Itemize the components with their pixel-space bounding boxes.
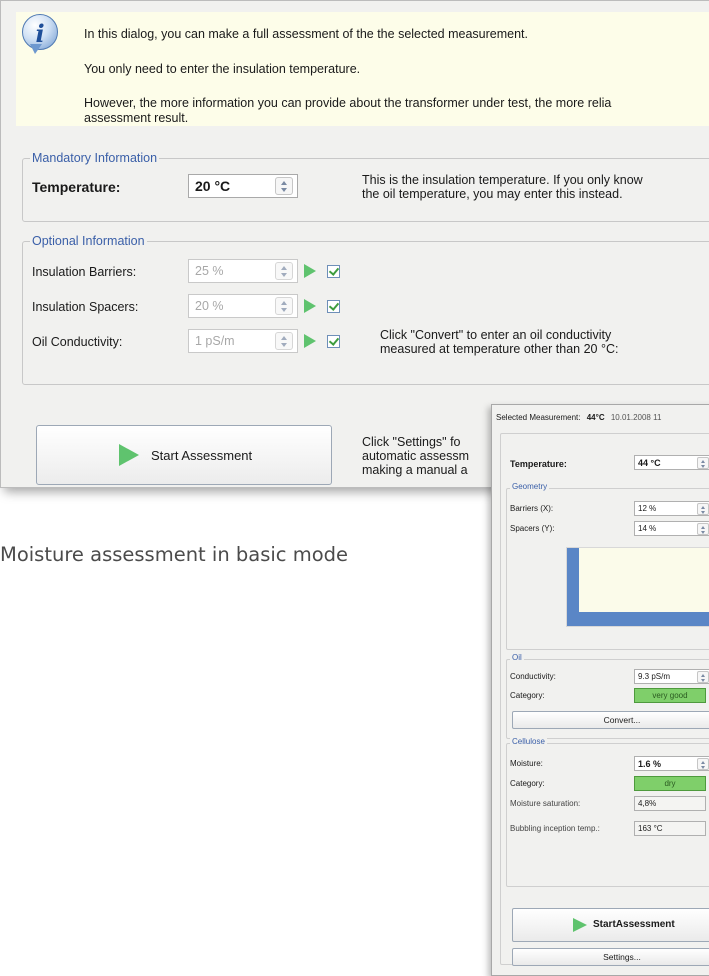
conductivity-field[interactable]: 9.3 pS/m bbox=[634, 669, 709, 684]
info-line-3: However, the more information you can pr… bbox=[84, 96, 612, 110]
info-line-2: You only need to enter the insulation te… bbox=[84, 62, 361, 76]
spacers-y-spinner[interactable] bbox=[697, 523, 709, 535]
play-icon bbox=[119, 444, 139, 466]
barriers-value: 25 % bbox=[195, 264, 224, 278]
settings-button[interactable]: Settings... bbox=[512, 948, 709, 966]
oil-conductivity-label: Oil Conductivity: bbox=[32, 335, 123, 349]
conductivity-value: 9.3 pS/m bbox=[638, 672, 671, 681]
cellulose-title: Cellulose bbox=[510, 737, 547, 746]
oil-conductivity-spinner[interactable] bbox=[275, 332, 293, 350]
oil-conductivity-checkbox[interactable] bbox=[327, 335, 340, 348]
oil-title: Oil bbox=[510, 653, 524, 662]
panel-temperature-value: 44 °C bbox=[638, 458, 661, 468]
temperature-field[interactable]: 20 °C bbox=[188, 174, 298, 198]
bubbling-label: Bubbling inception temp.: bbox=[510, 824, 600, 833]
oil-category-badge: very good bbox=[634, 688, 706, 703]
saturation-label: Moisture saturation: bbox=[510, 799, 581, 808]
selected-measurement-label: Selected Measurement: bbox=[496, 413, 581, 422]
moisture-spinner[interactable] bbox=[697, 758, 709, 770]
barriers-x-spinner[interactable] bbox=[697, 503, 709, 515]
advanced-panel: Selected Measurement: 44°C 10.01.2008 11… bbox=[491, 404, 709, 976]
mandatory-group-title: Mandatory Information bbox=[30, 151, 160, 165]
spacers-value: 20 % bbox=[195, 299, 224, 313]
moisture-field[interactable]: 1.6 % bbox=[634, 756, 709, 771]
panel-start-assessment-label: StartAssessment bbox=[593, 919, 675, 930]
caption: Moisture assessment in basic mode bbox=[0, 543, 349, 566]
spacers-field[interactable]: 20 % bbox=[188, 294, 298, 318]
barriers-x-label: Barriers (X): bbox=[510, 504, 554, 513]
selected-measurement-temp: 44°C bbox=[586, 413, 605, 422]
panel-temperature-field[interactable]: 44 °C bbox=[634, 455, 709, 470]
panel-temperature-label: Temperature: bbox=[510, 459, 567, 469]
settings-hint-line-3: making a manual a bbox=[362, 463, 468, 477]
spacers-spinner[interactable] bbox=[275, 297, 293, 315]
selected-measurement-date: 10.01.2008 11 bbox=[610, 413, 662, 422]
spacers-y-field[interactable]: 14 % bbox=[634, 521, 709, 536]
convert-button[interactable]: Convert... bbox=[512, 711, 709, 729]
panel-start-assessment-button[interactable]: StartAssessment bbox=[512, 908, 709, 942]
start-assessment-button[interactable]: Start Assessment bbox=[36, 425, 332, 485]
moisture-label: Moisture: bbox=[510, 759, 543, 768]
oil-conductivity-play-icon[interactable] bbox=[304, 334, 316, 348]
temperature-spinner[interactable] bbox=[275, 177, 293, 195]
settings-hint-line-1: Click "Settings" fo bbox=[362, 435, 461, 449]
convert-hint-line-2: measured at temperature other than 20 °C… bbox=[380, 342, 619, 356]
conductivity-label: Conductivity: bbox=[510, 672, 556, 681]
settings-hint-line-2: automatic assessm bbox=[362, 449, 469, 463]
cellulose-category-badge: dry bbox=[634, 776, 706, 791]
barriers-label: Insulation Barriers: bbox=[32, 265, 137, 279]
optional-group-title: Optional Information bbox=[30, 234, 147, 248]
conductivity-spinner[interactable] bbox=[697, 671, 709, 683]
info-icon-tail bbox=[30, 44, 42, 54]
barriers-checkbox[interactable] bbox=[327, 265, 340, 278]
geometry-diagram bbox=[566, 547, 709, 627]
panel-temperature-spinner[interactable] bbox=[697, 457, 709, 469]
cellulose-category-label: Category: bbox=[510, 779, 545, 788]
settings-hint: Click "Settings" fo automatic assessm ma… bbox=[362, 435, 469, 477]
spacers-y-value: 14 % bbox=[638, 524, 657, 533]
convert-hint-line-1: Click "Convert" to enter an oil conducti… bbox=[380, 328, 612, 342]
temperature-hint-line-1: This is the insulation temperature. If y… bbox=[362, 173, 643, 187]
info-line-1: In this dialog, you can make a full asse… bbox=[84, 27, 528, 41]
geometry-spacer-bar bbox=[567, 612, 709, 626]
spacers-label: Insulation Spacers: bbox=[32, 300, 139, 314]
temperature-value: 20 °C bbox=[195, 178, 231, 194]
moisture-value: 1.6 % bbox=[638, 759, 662, 769]
panel-play-icon bbox=[573, 918, 587, 932]
geometry-title: Geometry bbox=[510, 482, 550, 491]
barriers-x-field[interactable]: 12 % bbox=[634, 501, 709, 516]
temperature-label: Temperature: bbox=[32, 179, 121, 195]
saturation-field: 4,8% bbox=[634, 796, 706, 811]
temperature-hint-line-2: the oil temperature, you may enter this … bbox=[362, 187, 623, 201]
barriers-field[interactable]: 25 % bbox=[188, 259, 298, 283]
barriers-play-icon[interactable] bbox=[304, 264, 316, 278]
spacers-y-label: Spacers (Y): bbox=[510, 524, 555, 533]
oil-conductivity-value: 1 pS/m bbox=[195, 334, 235, 348]
info-line-4: assessment result. bbox=[84, 111, 189, 125]
selected-measurement-header: Selected Measurement: 44°C 10.01.2008 11 bbox=[496, 413, 661, 422]
spacers-checkbox[interactable] bbox=[327, 300, 340, 313]
geometry-barrier-bar bbox=[567, 548, 579, 612]
temperature-hint: This is the insulation temperature. If y… bbox=[362, 173, 709, 201]
barriers-spinner[interactable] bbox=[275, 262, 293, 280]
oil-category-label: Category: bbox=[510, 691, 545, 700]
bubbling-field: 163 °C bbox=[634, 821, 706, 836]
barriers-x-value: 12 % bbox=[638, 504, 657, 513]
convert-hint: Click "Convert" to enter an oil conducti… bbox=[380, 328, 618, 356]
spacers-play-icon[interactable] bbox=[304, 299, 316, 313]
oil-conductivity-field[interactable]: 1 pS/m bbox=[188, 329, 298, 353]
start-assessment-label: Start Assessment bbox=[151, 448, 253, 463]
